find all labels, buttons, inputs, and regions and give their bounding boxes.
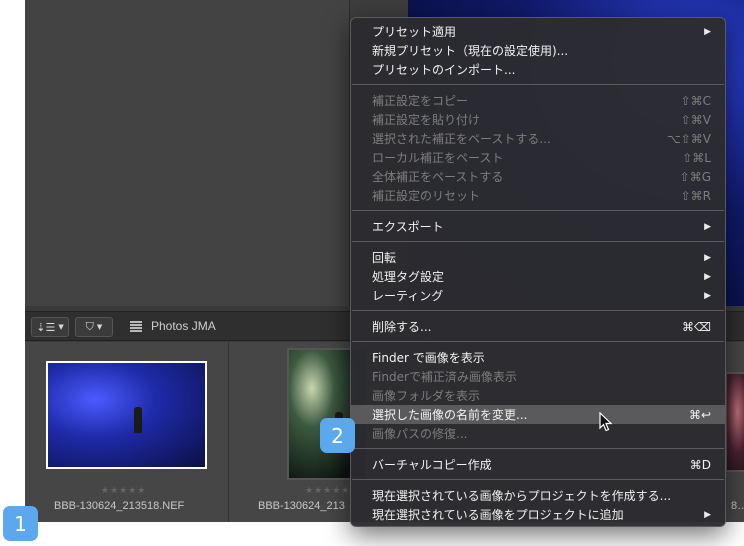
tool-panel — [25, 0, 350, 306]
sort-button[interactable]: ⇣☰ ▼ — [31, 317, 69, 337]
menu-item-show-in-finder[interactable]: Finder で画像を表示 — [351, 348, 725, 367]
performer-silhouette — [134, 407, 142, 433]
submenu-arrow-icon: ▶ — [704, 290, 711, 301]
menu-item-label: 補正設定のリセット — [372, 189, 481, 203]
menu-item-label: バーチャルコピー作成 — [372, 458, 492, 472]
step-badge-2: 2 — [320, 418, 355, 453]
menu-item-paste-adjustments[interactable]: 補正設定を貼り付け ⇧⌘V — [351, 110, 725, 129]
menu-item-export[interactable]: エクスポート ▶ — [351, 217, 725, 236]
rating-stars[interactable]: ★★★★★ — [101, 486, 146, 496]
menu-item-label: 選択した画像の名前を変更... — [372, 408, 528, 422]
menu-item-create-project[interactable]: 現在選択されている画像からプロジェクトを作成する... — [351, 486, 725, 505]
submenu-arrow-icon: ▶ — [704, 252, 711, 263]
collection-icon — [130, 321, 142, 332]
menu-item-import-presets[interactable]: プリセットのインポート... — [351, 60, 725, 79]
thumbnail-filename: BBB-130624_213 — [258, 500, 345, 512]
menu-item-shortcut: ⇧⌘V — [680, 112, 711, 127]
menu-item-label: レーティング — [372, 289, 444, 303]
menu-item-shortcut: ⌥⇧⌘V — [666, 131, 711, 146]
menu-item-label: 補正設定を貼り付け — [372, 113, 481, 127]
step-badge-1: 1 — [3, 506, 38, 541]
menu-separator — [352, 84, 724, 85]
submenu-arrow-icon: ▶ — [704, 271, 711, 282]
filter-button[interactable]: ⛉ ▼ — [75, 317, 113, 337]
menu-item-label: 削除する... — [372, 320, 432, 334]
chevron-down-icon: ▼ — [58, 323, 64, 331]
menu-item-label: 現在選択されている画像からプロジェクトを作成する... — [372, 489, 672, 503]
menu-item-label: 回転 — [372, 251, 397, 265]
thumbnail-filename: 8… — [731, 500, 744, 512]
menu-item-shortcut: ⇧⌘G — [679, 169, 711, 184]
menu-item-rename-selected[interactable]: 選択した画像の名前を変更... ⌘↩ — [351, 405, 725, 424]
menu-separator — [352, 341, 724, 342]
submenu-arrow-icon: ▶ — [704, 26, 711, 37]
project-name: Photos JMA — [151, 319, 216, 333]
context-menu: プリセット適用 ▶ 新規プリセット（現在の設定使用)... プリセットのインポー… — [350, 17, 726, 527]
menu-item-label: 選択された補正をペーストする... — [372, 132, 551, 146]
menu-item-virtual-copy[interactable]: バーチャルコピー作成 ⌘D — [351, 455, 725, 474]
menu-item-label: Finder で画像を表示 — [372, 351, 485, 365]
menu-item-shortcut: ⇧⌘R — [680, 188, 711, 203]
menu-item-process-tags[interactable]: 処理タグ設定 ▶ — [351, 267, 725, 286]
menu-item-rating[interactable]: レーティング ▶ — [351, 286, 725, 305]
thumbnail-filename: BBB-130624_213518.NEF — [54, 500, 185, 512]
menu-item-shortcut: ⇧⌘L — [682, 150, 711, 165]
menu-item-label: 画像パスの修復... — [372, 427, 468, 441]
menu-separator — [352, 210, 724, 211]
menu-item-label: ローカル補正をペースト — [372, 151, 504, 165]
menu-item-add-to-project[interactable]: 現在選択されている画像をプロジェクトに追加 ▶ — [351, 505, 725, 524]
menu-item-copy-adjustments[interactable]: 補正設定をコピー ⇧⌘C — [351, 91, 725, 110]
menu-item-label: プリセット適用 — [372, 25, 457, 39]
filter-icon: ⛉ — [85, 320, 94, 333]
menu-item-label: 補正設定をコピー — [372, 94, 469, 108]
menu-item-show-processed[interactable]: Finderで補正済み画像表示 — [351, 367, 725, 386]
chevron-down-icon: ▼ — [96, 323, 103, 331]
menu-item-label: 処理タグ設定 — [372, 270, 445, 284]
menu-item-shortcut: ⌘D — [689, 457, 711, 472]
menu-item-shortcut: ⇧⌘C — [680, 93, 711, 108]
menu-item-reset-adjustments[interactable]: 補正設定のリセット ⇧⌘R — [351, 186, 725, 205]
menu-item-label: 現在選択されている画像をプロジェクトに追加 — [372, 508, 624, 522]
menu-separator — [352, 310, 724, 311]
menu-separator — [352, 241, 724, 242]
menu-item-label: 画像フォルダを表示 — [372, 389, 481, 403]
menu-separator — [352, 448, 724, 449]
menu-item-paste-global[interactable]: 全体補正をペーストする ⇧⌘G — [351, 167, 725, 186]
menu-item-apply-preset[interactable]: プリセット適用 ▶ — [351, 22, 725, 41]
menu-item-rotate[interactable]: 回転 ▶ — [351, 248, 725, 267]
thumbnail-image[interactable] — [725, 372, 744, 472]
thumbnail-cell[interactable]: ★★★★★ BBB-130624_213518.NEF — [25, 342, 229, 522]
menu-item-show-folder[interactable]: 画像フォルダを表示 — [351, 386, 725, 405]
menu-item-label: 全体補正をペーストする — [372, 170, 504, 184]
menu-item-label: プリセットのインポート... — [372, 63, 516, 77]
thumbnail-image[interactable] — [46, 361, 207, 469]
menu-item-repair-path[interactable]: 画像パスの修復... — [351, 424, 725, 443]
menu-item-paste-local[interactable]: ローカル補正をペースト ⇧⌘L — [351, 148, 725, 167]
menu-item-label: エクスポート — [372, 220, 444, 234]
sort-icon: ⇣☰ — [36, 320, 56, 334]
menu-item-shortcut: ⌘↩ — [688, 407, 711, 422]
rating-stars[interactable]: ★★★★★ — [305, 486, 350, 496]
submenu-arrow-icon: ▶ — [704, 221, 711, 232]
submenu-arrow-icon: ▶ — [704, 509, 711, 520]
menu-item-new-preset[interactable]: 新規プリセット（現在の設定使用)... — [351, 41, 725, 60]
menu-item-paste-selected[interactable]: 選択された補正をペーストする... ⌥⇧⌘V — [351, 129, 725, 148]
menu-item-label: 新規プリセット（現在の設定使用)... — [372, 44, 569, 58]
menu-separator — [352, 479, 724, 480]
menu-item-label: Finderで補正済み画像表示 — [372, 370, 517, 384]
mouse-cursor-icon — [599, 412, 613, 432]
menu-item-delete[interactable]: 削除する... ⌘⌫ — [351, 317, 725, 336]
menu-item-shortcut: ⌘⌫ — [682, 319, 711, 334]
